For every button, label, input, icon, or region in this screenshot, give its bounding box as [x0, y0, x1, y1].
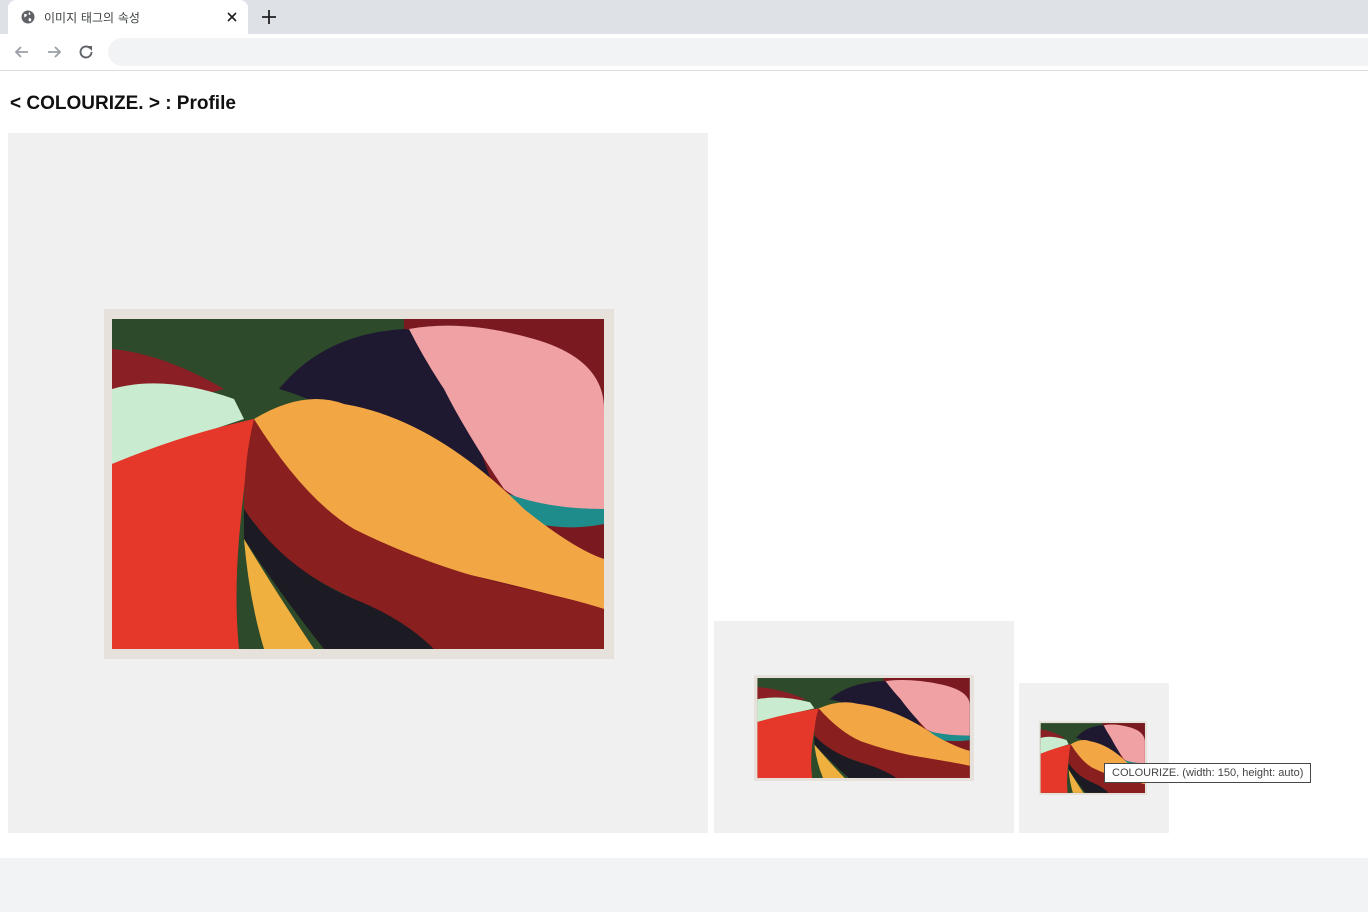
address-bar[interactable]: [108, 38, 1368, 66]
profile-image-large: [8, 133, 708, 833]
back-arrow-icon[interactable]: [12, 42, 32, 62]
tab-strip: 이미지 태그의 속성: [0, 0, 1368, 34]
artwork-large: [104, 309, 614, 659]
image-tooltip: COLOURIZE. (width: 150, height: auto): [1104, 763, 1312, 783]
page-viewport: < COLOURIZE. > : Profile COLOURIZE. (wid…: [0, 71, 1368, 858]
artwork-medium: [754, 675, 974, 781]
page-title: < COLOURIZE. > : Profile: [10, 93, 236, 114]
profile-image-medium: [714, 621, 1014, 833]
artwork-small: [1039, 721, 1147, 795]
tab-title: 이미지 태그의 속성: [44, 11, 140, 25]
plus-icon[interactable]: [260, 8, 278, 26]
globe-icon: [21, 10, 35, 24]
reload-icon[interactable]: [76, 42, 96, 62]
profile-image-small[interactable]: [1019, 683, 1169, 833]
browser-tab[interactable]: 이미지 태그의 속성: [8, 0, 248, 34]
close-icon[interactable]: [224, 9, 240, 25]
browser-toolbar: [0, 34, 1368, 71]
forward-arrow-icon[interactable]: [44, 42, 64, 62]
